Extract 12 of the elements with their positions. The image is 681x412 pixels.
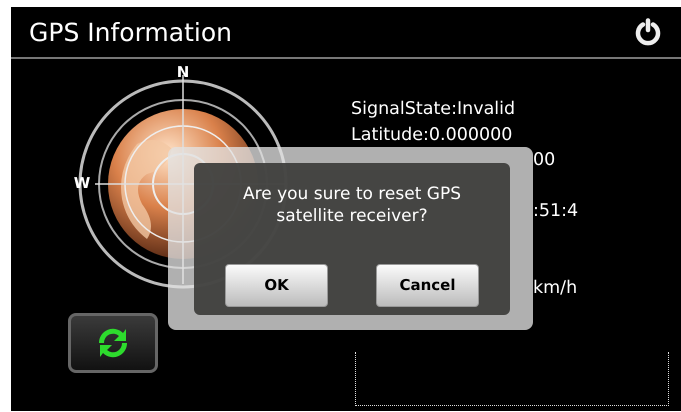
info-text: :51:4 [533,201,578,222]
info-text: 00 [533,150,556,170]
power-icon[interactable] [633,17,663,47]
compass-label: N [176,63,190,81]
cancel-button[interactable]: Cancel [376,264,479,307]
refresh-button[interactable] [68,313,158,373]
dialog-message: Are you sure to reset GPS satellite receiver? [242,183,462,227]
info-line: Latitude:0.000000 [351,124,512,147]
info-text: km/h [533,278,578,298]
screen-title: GPS Information [29,20,232,44]
ok-button[interactable]: OK [225,264,328,307]
info-line: SignalState:Invalid [351,98,516,121]
